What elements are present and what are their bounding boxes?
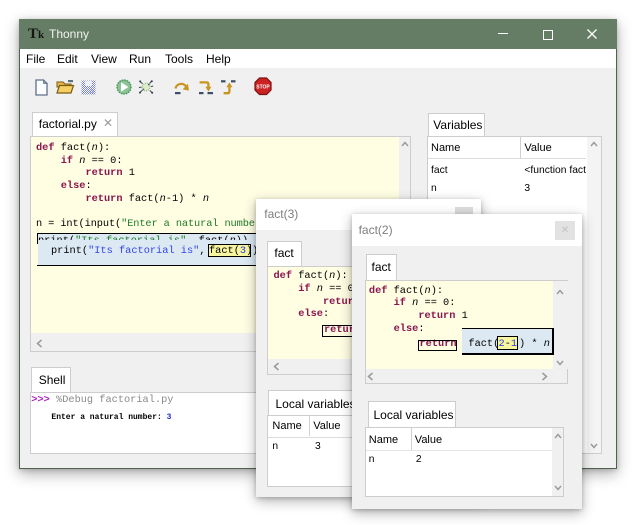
svg-text:STOP: STOP <box>256 85 270 91</box>
